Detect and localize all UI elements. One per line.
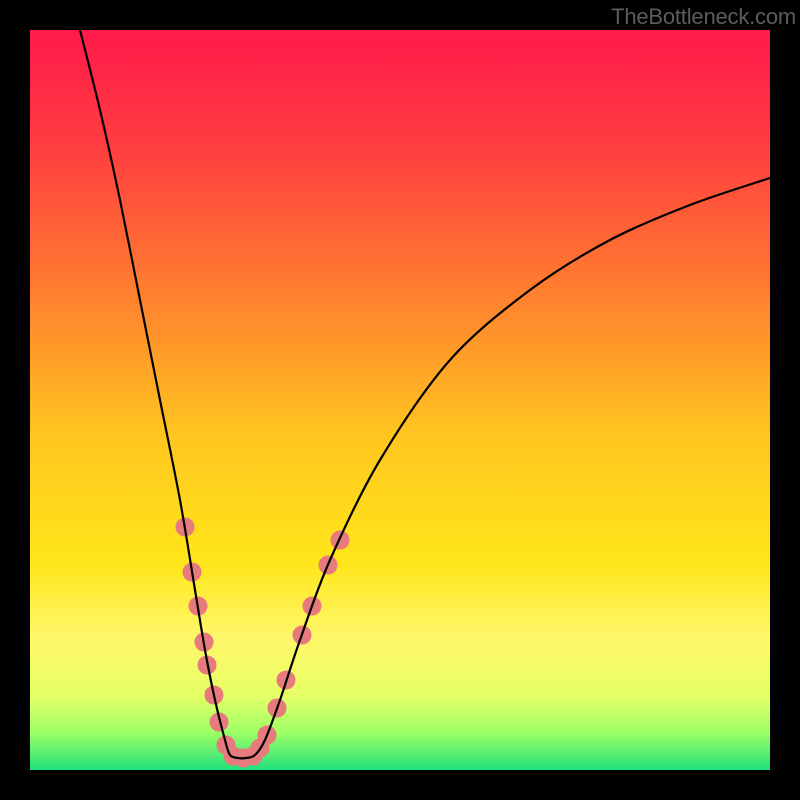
background-gradient <box>30 30 770 770</box>
plot-area <box>30 30 770 770</box>
chart-frame: TheBottleneck.com <box>0 0 800 800</box>
watermark-text: TheBottleneck.com <box>611 4 796 30</box>
